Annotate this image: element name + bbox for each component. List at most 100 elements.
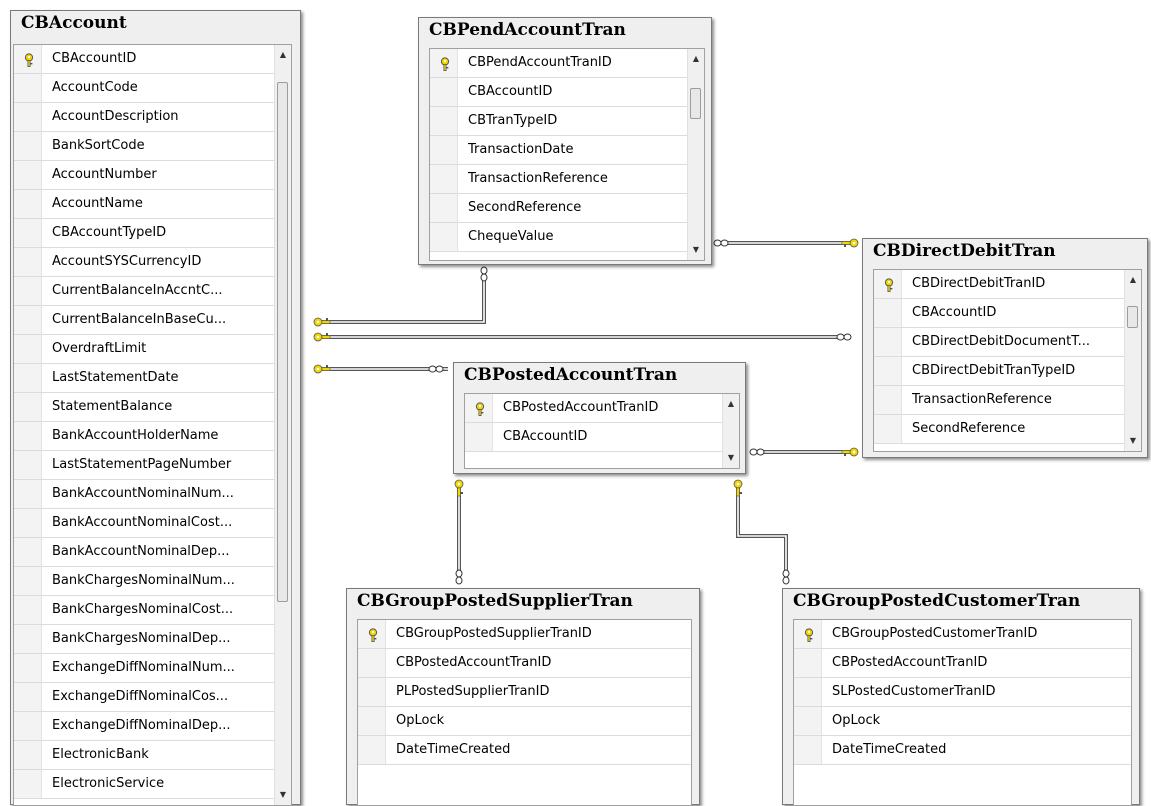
- row-selector[interactable]: [14, 393, 42, 421]
- scroll-down-icon[interactable]: ▼: [723, 450, 739, 466]
- row-selector[interactable]: [874, 415, 902, 443]
- column-row[interactable]: TransactionReference: [874, 386, 1125, 415]
- row-selector[interactable]: [14, 625, 42, 653]
- row-selector[interactable]: [14, 770, 42, 798]
- column-row[interactable]: AccountCode: [14, 74, 275, 103]
- scroll-up-icon[interactable]: ▲: [688, 51, 704, 67]
- table-cbgrouppostedsuppliertran[interactable]: CBGroupPostedSupplierTran CBGroupPostedSu…: [346, 588, 700, 806]
- vertical-scrollbar[interactable]: ▲ ▼: [722, 394, 739, 468]
- column-row[interactable]: TransactionDate: [430, 136, 688, 165]
- column-row[interactable]: AccountNumber: [14, 161, 275, 190]
- row-selector[interactable]: [794, 649, 822, 677]
- relationship-pend-account[interactable]: [320, 270, 486, 324]
- scroll-up-icon[interactable]: ▲: [723, 396, 739, 412]
- row-selector[interactable]: [14, 103, 42, 131]
- scroll-down-icon[interactable]: ▼: [1125, 433, 1141, 449]
- column-row[interactable]: BankAccountNominalCost...: [14, 509, 275, 538]
- table-cbgrouppostedcustomertran[interactable]: CBGroupPostedCustomerTran CBGroupPostedCu…: [782, 588, 1140, 806]
- column-row[interactable]: CBDirectDebitTranID: [874, 270, 1125, 299]
- column-row[interactable]: ExchangeDiffNominalCos...: [14, 683, 275, 712]
- row-selector[interactable]: [874, 386, 902, 414]
- column-row[interactable]: CBPostedAccountTranID: [794, 649, 1131, 678]
- column-row[interactable]: BankChargesNominalNum...: [14, 567, 275, 596]
- column-row[interactable]: SecondReference: [874, 415, 1125, 444]
- column-row[interactable]: CBAccountTypeID: [14, 219, 275, 248]
- row-selector[interactable]: [14, 364, 42, 392]
- table-cbpendaccounttran[interactable]: CBPendAccountTran CBPendAccountTranID CBAc…: [418, 17, 712, 265]
- column-row[interactable]: CBPostedAccountTranID: [358, 649, 691, 678]
- vertical-scrollbar[interactable]: ▲ ▼: [687, 49, 704, 260]
- row-selector[interactable]: [794, 707, 822, 735]
- row-selector[interactable]: [14, 132, 42, 160]
- row-selector[interactable]: [430, 78, 458, 106]
- row-selector[interactable]: [358, 620, 386, 648]
- column-row[interactable]: ElectronicService: [14, 770, 275, 799]
- scroll-down-icon[interactable]: ▼: [688, 242, 704, 258]
- scroll-up-icon[interactable]: ▲: [275, 47, 291, 63]
- column-row[interactable]: LastStatementDate: [14, 364, 275, 393]
- column-row[interactable]: BankSortCode: [14, 132, 275, 161]
- column-row[interactable]: AccountSYSCurrencyID: [14, 248, 275, 277]
- column-row[interactable]: DateTimeCreated: [794, 736, 1131, 765]
- row-selector[interactable]: [14, 567, 42, 595]
- column-row[interactable]: LastStatementPageNumber: [14, 451, 275, 480]
- column-row[interactable]: StatementBalance: [14, 393, 275, 422]
- column-row[interactable]: OverdraftLimit: [14, 335, 275, 364]
- row-selector[interactable]: [874, 270, 902, 298]
- column-row[interactable]: ChequeValue: [430, 223, 688, 252]
- column-row[interactable]: CBAccountID: [430, 78, 688, 107]
- row-selector[interactable]: [874, 328, 902, 356]
- table-cbdirectdebittran[interactable]: CBDirectDebitTran CBDirectDebitTranID CBAc…: [862, 238, 1148, 458]
- row-selector[interactable]: [14, 74, 42, 102]
- row-selector[interactable]: [14, 741, 42, 769]
- relationship-posted-customer[interactable]: [736, 486, 788, 577]
- column-row[interactable]: AccountName: [14, 190, 275, 219]
- column-row[interactable]: DateTimeCreated: [358, 736, 691, 765]
- row-selector[interactable]: [14, 248, 42, 276]
- row-selector[interactable]: [465, 423, 493, 451]
- column-row[interactable]: CBAccountID: [874, 299, 1125, 328]
- row-selector[interactable]: [14, 335, 42, 363]
- column-row[interactable]: CBGroupPostedCustomerTranID: [794, 620, 1131, 649]
- column-row[interactable]: TransactionReference: [430, 165, 688, 194]
- row-selector[interactable]: [430, 107, 458, 135]
- column-row[interactable]: ExchangeDiffNominalNum...: [14, 654, 275, 683]
- table-cbaccount[interactable]: CBAccount CBAccountID AccountCode AccountDe…: [10, 10, 301, 806]
- row-selector[interactable]: [358, 649, 386, 677]
- row-selector[interactable]: [794, 736, 822, 764]
- row-selector[interactable]: [14, 306, 42, 334]
- column-row[interactable]: AccountDescription: [14, 103, 275, 132]
- column-row[interactable]: ExchangeDiffNominalDep...: [14, 712, 275, 741]
- row-selector[interactable]: [14, 277, 42, 305]
- row-selector[interactable]: [14, 422, 42, 450]
- column-row[interactable]: CBAccountID: [14, 45, 275, 74]
- column-row[interactable]: CBGroupPostedSupplierTranID: [358, 620, 691, 649]
- row-selector[interactable]: [14, 161, 42, 189]
- row-selector[interactable]: [14, 451, 42, 479]
- scroll-up-icon[interactable]: ▲: [1125, 272, 1141, 288]
- vertical-scrollbar[interactable]: ▲ ▼: [274, 45, 291, 805]
- column-row[interactable]: BankAccountNominalNum...: [14, 480, 275, 509]
- column-row[interactable]: CBTranTypeID: [430, 107, 688, 136]
- vertical-scrollbar[interactable]: ▲ ▼: [1124, 270, 1141, 451]
- column-row[interactable]: BankChargesNominalCost...: [14, 596, 275, 625]
- row-selector[interactable]: [430, 165, 458, 193]
- row-selector[interactable]: [14, 219, 42, 247]
- column-row[interactable]: CBAccountID: [465, 423, 723, 452]
- column-row[interactable]: BankAccountHolderName: [14, 422, 275, 451]
- row-selector[interactable]: [14, 683, 42, 711]
- column-row[interactable]: PLPostedSupplierTranID: [358, 678, 691, 707]
- row-selector[interactable]: [14, 538, 42, 566]
- scroll-down-icon[interactable]: ▼: [275, 787, 291, 803]
- row-selector[interactable]: [14, 480, 42, 508]
- column-row[interactable]: CurrentBalanceInAccntC...: [14, 277, 275, 306]
- row-selector[interactable]: [794, 678, 822, 706]
- row-selector[interactable]: [358, 736, 386, 764]
- column-row[interactable]: CBPendAccountTranID: [430, 49, 688, 78]
- row-selector[interactable]: [14, 654, 42, 682]
- row-selector[interactable]: [430, 194, 458, 222]
- column-row[interactable]: ElectronicBank: [14, 741, 275, 770]
- row-selector[interactable]: [14, 596, 42, 624]
- row-selector[interactable]: [794, 620, 822, 648]
- row-selector[interactable]: [465, 394, 493, 422]
